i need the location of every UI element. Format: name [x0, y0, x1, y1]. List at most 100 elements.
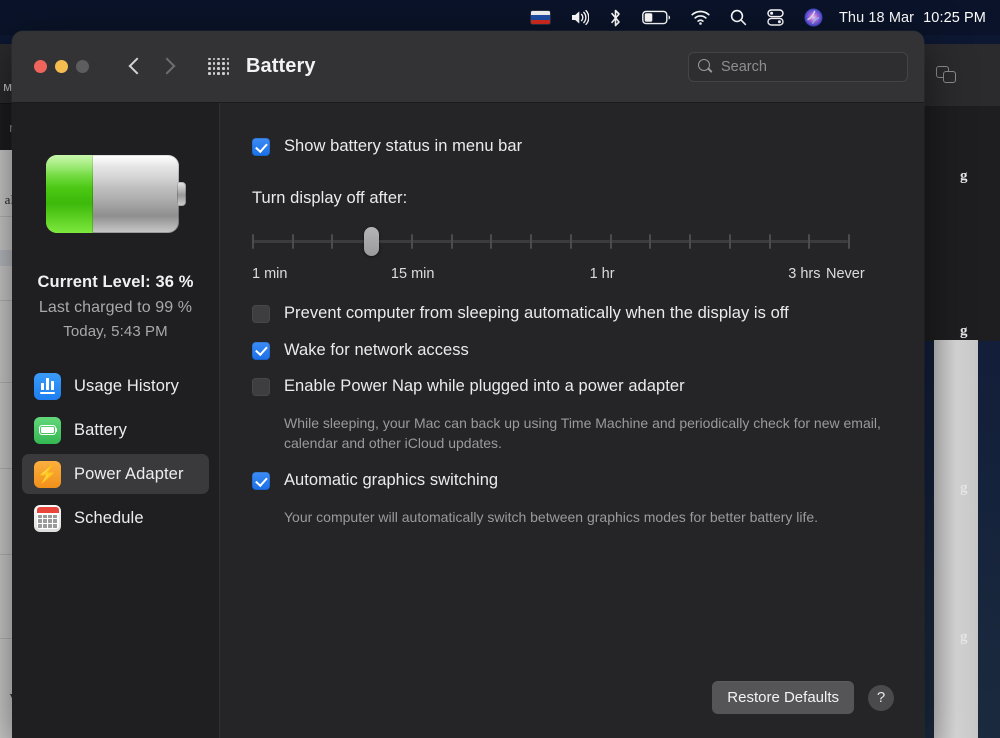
- show-battery-status-row[interactable]: Show battery status in menu bar: [252, 137, 894, 157]
- battery-icon[interactable]: [632, 0, 681, 35]
- siri-icon[interactable]: [794, 0, 833, 35]
- slider-tick-label: 1 hr: [589, 265, 615, 282]
- sidebar-item-battery[interactable]: Battery: [22, 410, 209, 450]
- menubar-clock[interactable]: Thu 18 Mar 10:25 PM: [833, 10, 988, 26]
- background-window-right-body: [918, 106, 1000, 341]
- window-body: Current Level: 36 % Last charged to 99 %…: [12, 103, 924, 738]
- slider-knob[interactable]: [363, 226, 379, 256]
- battery-level-info: Current Level: 36 % Last charged to 99 %…: [12, 273, 219, 340]
- search-field[interactable]: Search: [688, 51, 908, 82]
- wake-for-network-row[interactable]: Wake for network access: [252, 341, 894, 361]
- show-battery-status-label: Show battery status in menu bar: [284, 137, 523, 155]
- minimize-button[interactable]: [55, 60, 68, 73]
- wifi-icon[interactable]: [681, 0, 720, 35]
- power-options-group: Prevent computer from sleeping automatic…: [252, 304, 894, 528]
- page-title: Battery: [246, 55, 316, 77]
- footer-actions: Restore Defaults ?: [712, 681, 894, 714]
- slider-tick: [530, 233, 533, 249]
- search-input[interactable]: Search: [721, 59, 767, 75]
- content-pane: Show battery status in menu bar Turn dis…: [220, 103, 924, 738]
- power-nap-block: Enable Power Nap while plugged into a po…: [252, 377, 894, 454]
- power-nap-checkbox[interactable]: [252, 378, 270, 397]
- show-all-grid-icon[interactable]: [208, 57, 230, 76]
- current-level-text: Current Level: 36 %: [37, 273, 194, 291]
- menu-bar: Thu 18 Mar 10:25 PM: [0, 0, 1000, 35]
- restore-defaults-button[interactable]: Restore Defaults: [712, 681, 854, 714]
- usage-history-icon: [34, 372, 61, 400]
- turn-display-off-slider[interactable]: 1 min 15 min 1 hr 3 hrs Never: [252, 226, 894, 290]
- slider-tick: [848, 233, 850, 249]
- last-charged-text: Last charged to 99 %: [38, 299, 193, 316]
- window-titlebar: Battery Search: [12, 31, 924, 103]
- slider-tick: [689, 233, 692, 249]
- forward-button[interactable]: [156, 55, 178, 79]
- sidebar-item-usage-history[interactable]: Usage History: [22, 366, 209, 406]
- background-text-fragment: g: [960, 323, 968, 339]
- slider-tick: [291, 233, 294, 249]
- power-nap-help-text: While sleeping, your Mac can back up usi…: [284, 415, 881, 452]
- wake-for-network-checkbox[interactable]: [252, 341, 270, 360]
- graphics-switching-label: Automatic graphics switching: [284, 470, 499, 489]
- graphics-switching-block: Automatic graphics switching Your comput…: [252, 471, 894, 528]
- battery-preferences-window: Battery Search Current Level: 36 % Last …: [12, 31, 924, 738]
- close-button[interactable]: [34, 60, 47, 73]
- window-stack-icon: [936, 66, 958, 86]
- prevent-sleep-checkbox[interactable]: [252, 304, 270, 323]
- background-window-right[interactable]: [918, 44, 1000, 341]
- graphics-switching-row[interactable]: Automatic graphics switching: [252, 471, 894, 491]
- slider-tick: [252, 233, 254, 249]
- power-adapter-icon: ⚡: [34, 460, 61, 488]
- back-button[interactable]: [124, 55, 146, 79]
- control-center-icon[interactable]: [757, 0, 794, 35]
- spotlight-search-icon[interactable]: [720, 0, 757, 35]
- prevent-sleep-row[interactable]: Prevent computer from sleeping automatic…: [252, 304, 894, 324]
- slider-tick: [410, 233, 413, 249]
- graphics-switching-help-text: Your computer will automatically switch …: [284, 508, 819, 525]
- power-nap-label: Enable Power Nap while plugged into a po…: [284, 377, 685, 396]
- slider-tick-label: 15 min: [390, 265, 435, 282]
- slider-tick: [450, 233, 453, 249]
- slider-tick: [808, 233, 811, 249]
- slider-tick-label: Never: [826, 265, 865, 282]
- menubar-time: 10:25 PM: [923, 9, 986, 26]
- battery-status-graphic: [45, 155, 186, 233]
- sidebar-item-label: Battery: [74, 420, 127, 439]
- battery-icon: [34, 416, 61, 444]
- sidebar-nav: Usage History Battery ⚡ Power Adapter Sc…: [12, 366, 219, 542]
- sidebar-item-power-adapter[interactable]: ⚡ Power Adapter: [22, 454, 209, 494]
- traffic-lights: [34, 60, 89, 73]
- prevent-sleep-label: Prevent computer from sleeping automatic…: [284, 303, 789, 322]
- sidebar-item-label: Usage History: [74, 376, 179, 395]
- background-document-right: [934, 340, 978, 738]
- zoom-button[interactable]: [76, 60, 89, 73]
- background-text-fragment: g: [960, 168, 968, 184]
- schedule-calendar-icon: [34, 504, 61, 532]
- search-icon: [698, 59, 713, 74]
- graphics-switching-checkbox[interactable]: [252, 471, 270, 490]
- slider-tick: [768, 233, 771, 249]
- slider-tick-label: 1 min: [252, 265, 288, 282]
- sidebar-item-label: Power Adapter: [74, 464, 184, 483]
- menubar-date: Thu 18 Mar: [838, 9, 915, 26]
- background-text-fragment: g: [960, 629, 968, 645]
- show-battery-status-checkbox[interactable]: [252, 138, 270, 156]
- slider-tick-label: 3 hrs: [788, 265, 821, 282]
- background-window-right-titlebar: [918, 44, 1000, 106]
- turn-display-off-label: Turn display off after:: [252, 188, 408, 207]
- background-text-fragment: g: [960, 480, 968, 496]
- last-charged-time-text: Today, 5:43 PM: [63, 323, 168, 340]
- power-nap-row[interactable]: Enable Power Nap while plugged into a po…: [252, 377, 894, 397]
- sidebar-item-schedule[interactable]: Schedule: [22, 498, 209, 538]
- slider-tick: [609, 233, 612, 249]
- slider-track[interactable]: [252, 239, 848, 243]
- help-button[interactable]: ?: [868, 684, 894, 711]
- sidebar: Current Level: 36 % Last charged to 99 %…: [12, 103, 220, 738]
- volume-icon[interactable]: [560, 0, 599, 35]
- slider-tick: [728, 233, 731, 249]
- input-source-flag-icon[interactable]: [521, 0, 560, 35]
- slider-tick: [569, 233, 572, 249]
- sidebar-item-label: Schedule: [74, 508, 144, 527]
- wake-for-network-label: Wake for network access: [284, 340, 469, 359]
- bluetooth-icon[interactable]: [599, 0, 632, 35]
- navigation-buttons: [124, 55, 178, 79]
